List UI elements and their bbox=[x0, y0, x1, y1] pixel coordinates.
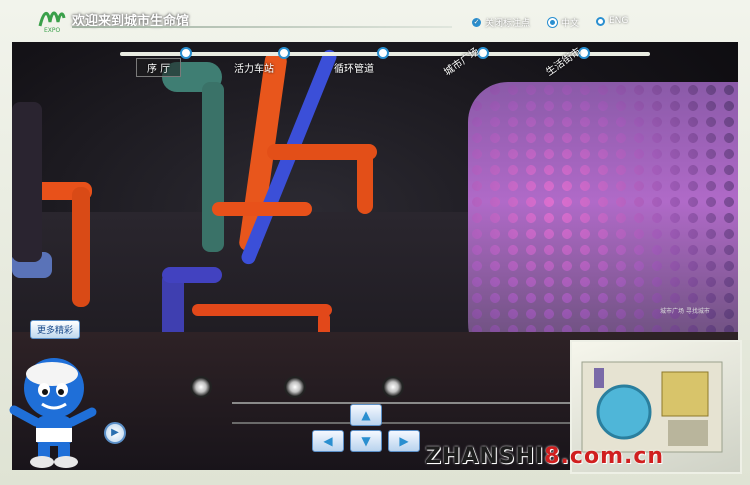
pipe bbox=[202, 82, 224, 252]
move-down-button[interactable]: ▼ bbox=[350, 430, 382, 452]
pipe bbox=[212, 202, 312, 216]
language-chinese-option[interactable]: 中文 bbox=[548, 16, 579, 29]
toggle-markers-label: 关闭标注点 bbox=[485, 19, 531, 29]
arrow-up-icon: ▲ bbox=[361, 408, 371, 422]
radio-icon bbox=[596, 16, 605, 26]
move-right-button[interactable]: ▶ bbox=[388, 430, 420, 452]
pipe bbox=[72, 187, 90, 307]
pipe bbox=[357, 144, 373, 214]
nav-label-station[interactable]: 活力车站 bbox=[234, 60, 274, 75]
floor-light bbox=[382, 376, 404, 398]
site-watermark: ZHANSHI8.com.cn bbox=[425, 444, 664, 469]
more-highlights-button[interactable]: 更多精彩 bbox=[30, 320, 81, 339]
nav-stop-lobby[interactable] bbox=[180, 47, 192, 59]
pipe bbox=[162, 267, 222, 283]
expo-logo-icon: EXPO bbox=[38, 11, 66, 34]
arrow-right-icon: ▶ bbox=[399, 434, 409, 448]
railing bbox=[232, 422, 592, 424]
move-up-button[interactable]: ▲ bbox=[350, 404, 382, 426]
nav-stop-pipes[interactable] bbox=[377, 47, 389, 59]
header-bar: EXPO 欢迎来到城市生命馆 ✓ 关闭标注点 中文 ENG bbox=[0, 0, 750, 42]
floor-light bbox=[284, 376, 306, 398]
language-english-label: ENG bbox=[609, 16, 629, 26]
nav-label-lobby[interactable]: 序 厅 bbox=[136, 58, 182, 77]
toggle-markers-option[interactable]: ✓ 关闭标注点 bbox=[472, 16, 530, 29]
radio-icon bbox=[548, 18, 557, 27]
play-button[interactable]: ▶ bbox=[104, 422, 126, 444]
play-icon: ▶ bbox=[111, 427, 119, 438]
language-chinese-label: 中文 bbox=[561, 19, 580, 29]
check-icon: ✓ bbox=[472, 18, 481, 27]
nav-stop-station[interactable] bbox=[278, 47, 290, 59]
language-english-option[interactable]: ENG bbox=[596, 16, 628, 26]
mascot-haibao bbox=[9, 358, 97, 468]
arrow-left-icon: ◀ bbox=[323, 434, 333, 448]
nav-label-pipes[interactable]: 循环管道 bbox=[334, 60, 374, 75]
pipe bbox=[192, 304, 332, 316]
railing bbox=[232, 402, 592, 404]
watermark-main: ZHANSHI bbox=[425, 444, 545, 469]
move-left-button[interactable]: ◀ bbox=[312, 430, 344, 452]
scene-sign: 城市广场 寻找城市 bbox=[660, 308, 710, 315]
floor-light bbox=[190, 376, 212, 398]
arrow-down-icon: ▼ bbox=[361, 434, 371, 448]
title-underline bbox=[72, 26, 452, 28]
watermark-domain: 8.com.cn bbox=[544, 444, 665, 469]
column bbox=[12, 102, 42, 262]
svg-text:EXPO: EXPO bbox=[44, 27, 61, 34]
app-frame: EXPO 欢迎来到城市生命馆 ✓ 关闭标注点 中文 ENG 城市广场 寻找城市 … bbox=[0, 0, 750, 485]
